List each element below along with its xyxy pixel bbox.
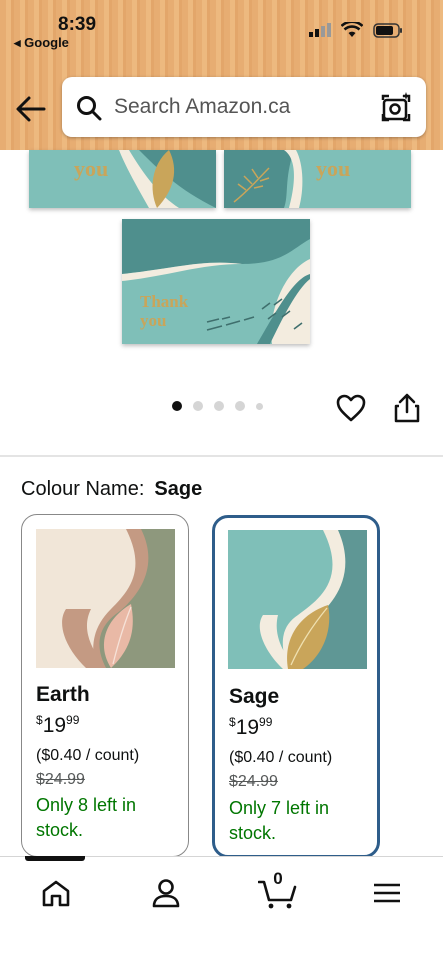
- signal-icon: [309, 23, 331, 37]
- colour-label-text: Colour Name:: [21, 478, 145, 500]
- swatch-earth-unit-price: ($0.40 / count): [36, 747, 140, 764]
- carousel-dot[interactable]: [214, 401, 224, 411]
- colour-name-label: Colour Name: Sage: [21, 478, 202, 501]
- bottom-nav: 0: [0, 856, 443, 960]
- search-input[interactable]: [114, 89, 374, 125]
- menu-icon: [374, 883, 400, 903]
- carousel-dots[interactable]: [172, 401, 263, 411]
- swatch-sage-list-price: $24.99: [229, 773, 278, 790]
- nav-cart[interactable]: 0: [256, 869, 300, 913]
- swatch-earth-price: $1999: [36, 713, 79, 738]
- back-arrow-icon[interactable]: [14, 92, 48, 126]
- card-text: you: [74, 156, 108, 181]
- cart-count: 0: [273, 869, 283, 888]
- swatch-earth-stock: Only 8 left in stock.: [36, 795, 137, 840]
- nav-menu[interactable]: [367, 873, 407, 913]
- active-tab-indicator: [25, 856, 85, 861]
- status-icons: [309, 22, 403, 38]
- carousel-dot[interactable]: [256, 402, 263, 410]
- card-you-text: you: [140, 311, 166, 330]
- nav-account[interactable]: [146, 873, 186, 913]
- product-image-gallery[interactable]: you you Thank you: [0, 150, 443, 440]
- carousel-dot[interactable]: [193, 401, 203, 411]
- swatch-earth-list-price: $24.99: [36, 771, 85, 788]
- selected-colour: Sage: [154, 478, 203, 500]
- swatch-earth-name: Earth: [36, 683, 90, 706]
- product-image-2: you: [224, 150, 411, 208]
- header: 8:39 ◂ Google: [0, 0, 443, 150]
- product-image-1: you: [29, 150, 216, 208]
- back-to-google-link[interactable]: ◂ Google: [14, 35, 69, 51]
- price-cents: 99: [259, 715, 273, 729]
- search-icon: [77, 96, 102, 121]
- card-thank-text: Thank: [140, 292, 189, 311]
- currency-symbol: $: [36, 713, 43, 727]
- heart-icon[interactable]: [336, 394, 366, 422]
- carousel-dot[interactable]: [172, 401, 182, 411]
- home-icon: [42, 880, 70, 907]
- svg-text:you: you: [316, 156, 350, 181]
- user-icon: [152, 879, 180, 908]
- battery-icon: [373, 22, 402, 38]
- wifi-icon: [341, 22, 363, 37]
- swatch-earth[interactable]: Earth $1999 ($0.40 / count) $24.99 Only …: [21, 514, 189, 857]
- swatch-earth-image: [36, 529, 175, 668]
- swatch-sage-image: [228, 530, 367, 669]
- swatch-sage-stock: Only 7 left in stock.: [229, 798, 330, 843]
- price-whole: 19: [42, 714, 67, 737]
- status-time: 8:39: [58, 14, 97, 35]
- camera-search-icon[interactable]: [380, 91, 412, 123]
- share-icon[interactable]: [394, 392, 420, 424]
- swatch-sage-unit-price: ($0.40 / count): [229, 749, 333, 766]
- price-whole: 19: [235, 716, 260, 739]
- search-bar[interactable]: [62, 77, 426, 137]
- swatch-sage[interactable]: Sage $1999 ($0.40 / count) $24.99 Only 7…: [212, 515, 380, 858]
- carousel-dot[interactable]: [235, 401, 245, 411]
- price-cents: 99: [66, 713, 80, 727]
- section-divider: [0, 455, 443, 457]
- product-image-3: Thank you: [122, 219, 310, 344]
- swatch-sage-name: Sage: [229, 685, 280, 708]
- nav-home[interactable]: [36, 873, 76, 913]
- swatch-sage-price: $1999: [229, 715, 272, 740]
- currency-symbol: $: [229, 715, 236, 729]
